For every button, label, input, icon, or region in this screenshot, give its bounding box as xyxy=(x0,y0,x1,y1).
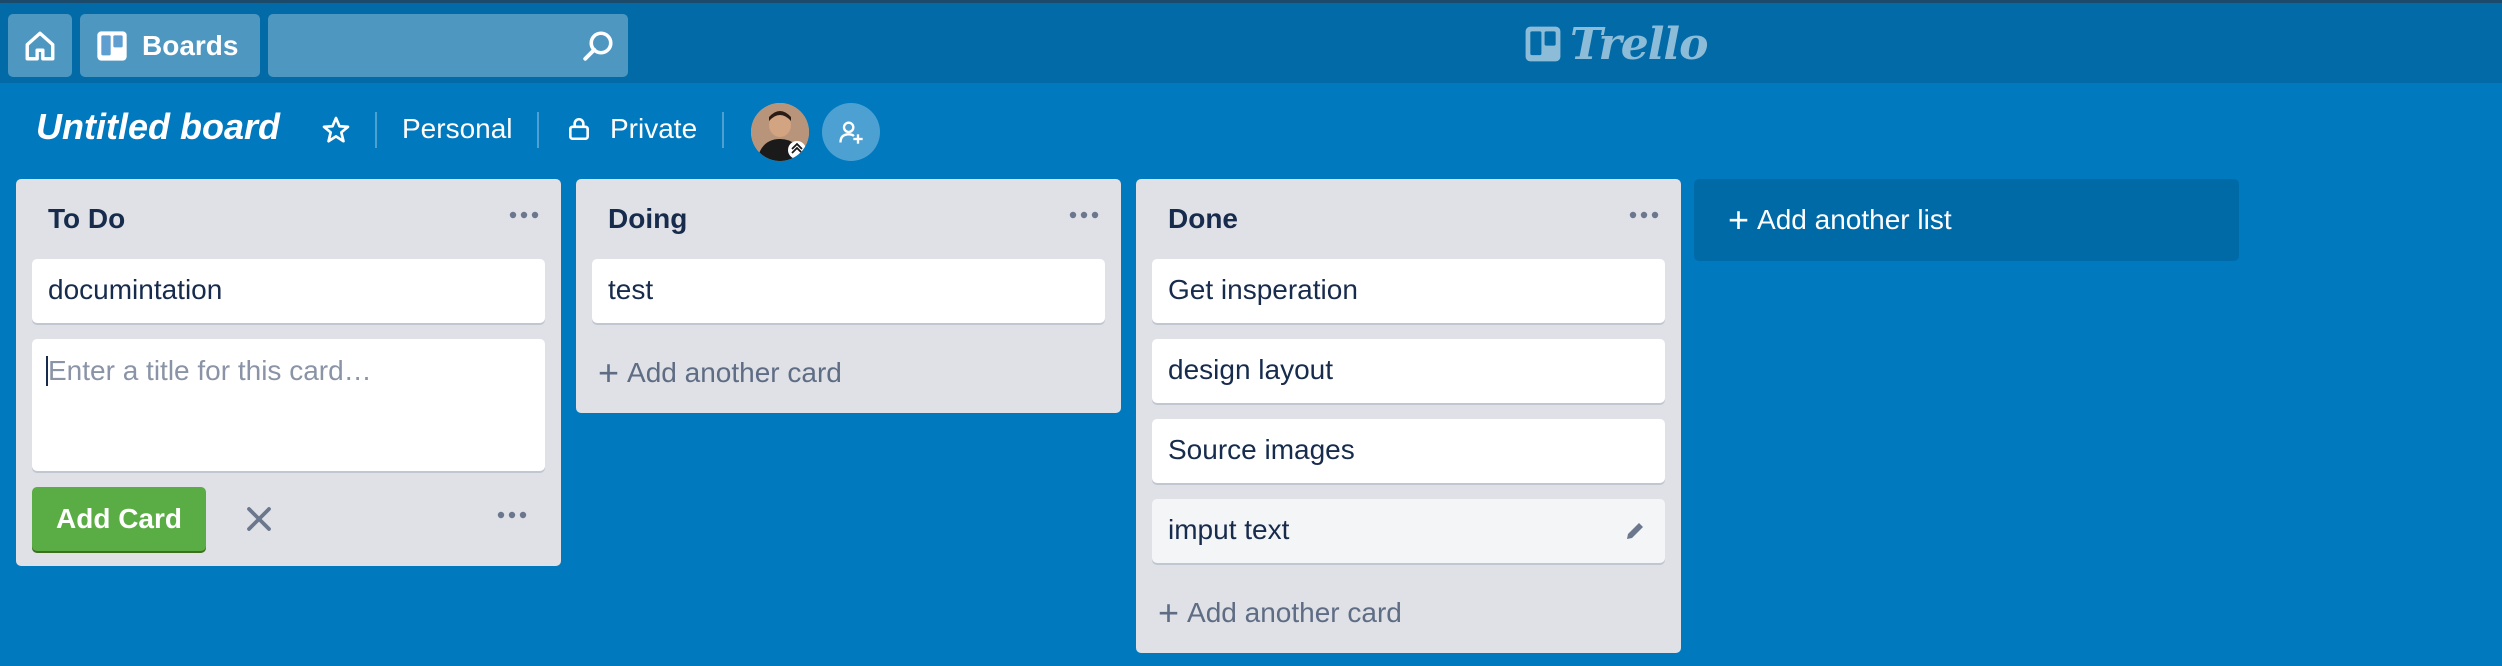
boards-icon xyxy=(97,30,127,61)
plus-icon: + xyxy=(1728,199,1750,240)
list-title[interactable]: Doing xyxy=(608,203,687,235)
plus-icon: + xyxy=(598,352,620,393)
card[interactable]: imput text xyxy=(1152,499,1665,563)
home-icon xyxy=(25,31,55,60)
add-another-card-button[interactable]: + Add another card xyxy=(598,355,842,391)
card[interactable]: Source images xyxy=(1152,419,1665,483)
card[interactable]: Get insperation xyxy=(1152,259,1665,323)
trello-logo[interactable]: Trello xyxy=(1524,18,1708,70)
divider xyxy=(375,112,377,148)
avatar[interactable] xyxy=(751,103,809,161)
add-card-label: Add another card xyxy=(1187,597,1402,628)
invite-member-button[interactable] xyxy=(822,103,880,161)
avatar-image xyxy=(751,103,809,161)
board-title[interactable]: Untitled board xyxy=(36,106,280,148)
star-icon[interactable] xyxy=(320,114,352,146)
list-doing: Doing test + Add another card xyxy=(576,179,1121,413)
more-icon[interactable] xyxy=(509,211,539,219)
add-user-icon xyxy=(839,121,863,144)
trello-logo-text: Trello xyxy=(1570,18,1708,70)
team-button[interactable]: Personal xyxy=(402,113,513,145)
more-icon[interactable] xyxy=(1629,211,1659,219)
more-icon[interactable] xyxy=(1069,211,1099,219)
search-icon xyxy=(583,30,613,61)
search-input[interactable] xyxy=(268,14,628,77)
add-another-card-button[interactable]: + Add another card xyxy=(1158,595,1402,631)
add-list-label: Add another list xyxy=(1757,204,1952,235)
home-button[interactable] xyxy=(8,14,72,77)
visibility-button[interactable]: Private xyxy=(610,113,697,145)
card[interactable]: documintation xyxy=(32,259,545,323)
divider xyxy=(537,112,539,148)
add-another-list-button[interactable]: + Add another list xyxy=(1694,179,2239,261)
list-todo: To Do documintation Add Card xyxy=(16,179,561,566)
close-icon[interactable] xyxy=(244,504,274,534)
list-done: Done Get insperation design layout Sourc… xyxy=(1136,179,1681,653)
plus-icon: + xyxy=(1158,592,1180,633)
add-card-button[interactable]: Add Card xyxy=(32,487,206,551)
pencil-icon[interactable] xyxy=(1623,519,1647,543)
card[interactable]: design layout xyxy=(1152,339,1665,403)
card[interactable]: test xyxy=(592,259,1105,323)
trello-logo-icon xyxy=(1525,26,1561,62)
card-title: imput text xyxy=(1168,514,1290,545)
list-title[interactable]: To Do xyxy=(48,203,125,235)
top-header: Boards Trello xyxy=(0,0,2502,83)
lock-icon xyxy=(569,117,589,141)
add-card-label: Add another card xyxy=(627,357,842,388)
card-title-input[interactable] xyxy=(32,339,545,471)
divider xyxy=(722,112,724,148)
boards-button[interactable]: Boards xyxy=(80,14,260,77)
more-icon[interactable] xyxy=(497,511,527,519)
boards-label: Boards xyxy=(142,29,239,61)
text-cursor xyxy=(46,356,48,386)
list-title[interactable]: Done xyxy=(1168,203,1238,235)
